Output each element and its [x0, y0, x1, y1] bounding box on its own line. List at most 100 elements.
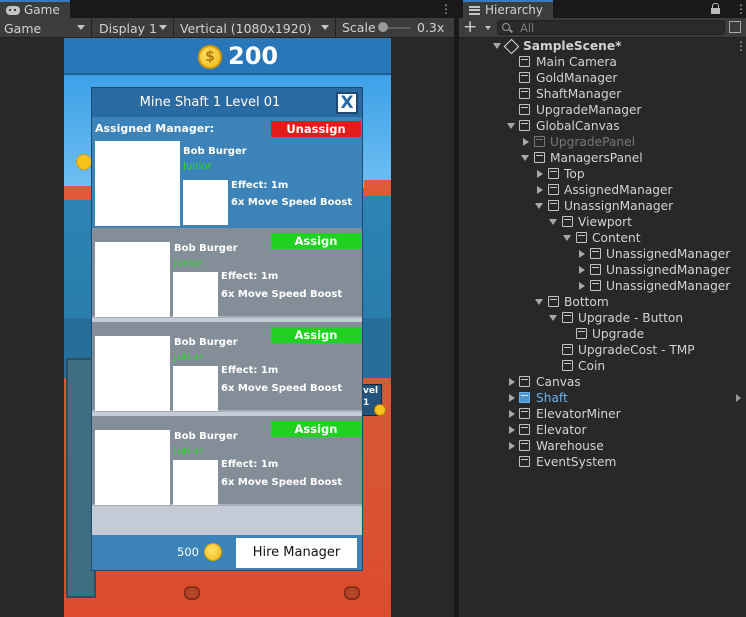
tree-row-label: Upgrade - Button	[578, 311, 684, 325]
tree-row[interactable]: GlobalCanvas	[459, 118, 746, 134]
collapse-arrow-icon[interactable]	[523, 138, 529, 146]
tree-row[interactable]: Warehouse	[459, 438, 746, 454]
assign-button[interactable]: Assign	[271, 421, 361, 437]
gameobject-icon	[534, 152, 545, 163]
tree-row-label: UnassignedManager	[606, 247, 731, 261]
tree-row[interactable]: ManagersPanel	[459, 150, 746, 166]
tab-hierarchy[interactable]: Hierarchy	[463, 0, 553, 18]
tree-row[interactable]: AssignedManager	[459, 182, 746, 198]
rock-icon	[344, 586, 360, 600]
gameobject-icon	[519, 408, 530, 419]
lock-icon[interactable]	[711, 3, 720, 14]
collapse-arrow-icon[interactable]	[579, 266, 585, 274]
collapse-arrow-icon[interactable]	[537, 170, 543, 178]
resolution-dropdown[interactable]: Vertical (1080x1920)	[174, 18, 336, 38]
tree-row[interactable]: Top	[459, 166, 746, 182]
tree-row[interactable]: UpgradeCost - TMP	[459, 342, 746, 358]
tree-row[interactable]: Canvas	[459, 374, 746, 390]
assigned-manager: Assigned Manager: Unassign Bob Burger Ju…	[92, 117, 362, 228]
manager-boost: 6x Move Speed Boost	[221, 383, 343, 394]
hierarchy-search-input[interactable]: All	[497, 20, 725, 35]
display-dropdown[interactable]: Display 1	[92, 18, 174, 38]
unassigned-managers-list[interactable]: Assign Bob Burger Junior Effect: 1m 6x M…	[92, 228, 362, 535]
gameobject-icon	[576, 232, 587, 243]
unassign-button[interactable]: Unassign	[271, 121, 361, 137]
tree-row[interactable]: Upgrade	[459, 326, 746, 342]
expand-arrow-icon[interactable]	[549, 315, 557, 321]
gamepad-icon	[6, 5, 20, 15]
game-mode-dropdown[interactable]: Game	[0, 18, 92, 38]
collapse-arrow-icon[interactable]	[509, 426, 515, 434]
assign-button[interactable]: Assign	[271, 327, 361, 343]
rock-icon	[184, 586, 200, 600]
tree-row[interactable]: UpgradeManager	[459, 102, 746, 118]
collapse-arrow-icon[interactable]	[509, 442, 515, 450]
tree-row[interactable]: GoldManager	[459, 70, 746, 86]
tree-row[interactable]: ShaftManager	[459, 86, 746, 102]
tree-row[interactable]: Elevator	[459, 422, 746, 438]
tree-row[interactable]: UnassignManager	[459, 198, 746, 214]
collapse-arrow-icon[interactable]	[509, 410, 515, 418]
scale-slider-thumb[interactable]	[378, 22, 388, 32]
tree-row[interactable]: UnassignedManager	[459, 262, 746, 278]
tree-row[interactable]: Bottom	[459, 294, 746, 310]
tree-row[interactable]: EventSystem	[459, 454, 746, 470]
tab-game[interactable]: Game	[0, 0, 70, 18]
manager-rank: Junior	[174, 352, 203, 363]
collapse-arrow-icon[interactable]	[579, 250, 585, 258]
tree-row[interactable]: Upgrade - Button	[459, 310, 746, 326]
tree-row[interactable]: UnassignedManager	[459, 246, 746, 262]
search-filter-icon[interactable]	[729, 21, 741, 33]
tree-row[interactable]: UpgradePanel	[459, 134, 746, 150]
tree-row[interactable]: ElevatorMiner	[459, 406, 746, 422]
collapse-arrow-icon[interactable]	[509, 394, 515, 402]
expand-arrow-icon[interactable]	[507, 123, 515, 129]
collapse-arrow-icon[interactable]	[537, 186, 543, 194]
scene-menu-icon[interactable]: ⋮	[735, 38, 746, 54]
chevron-down-icon	[159, 25, 167, 30]
tree-row[interactable]: Viewport	[459, 214, 746, 230]
chevron-down-icon	[77, 25, 85, 30]
create-button[interactable]: +	[463, 18, 491, 38]
tree-row[interactable]: Content	[459, 230, 746, 246]
tree-row-scene[interactable]: SampleScene* ⋮	[459, 38, 746, 54]
expand-arrow-icon[interactable]	[535, 299, 543, 305]
manager-boost-icon	[173, 366, 218, 411]
manager-boost: 6x Move Speed Boost	[221, 289, 343, 300]
game-panel-menu-icon[interactable]: ⋮	[440, 2, 452, 16]
collapse-arrow-icon[interactable]	[579, 282, 585, 290]
expand-arrow-icon[interactable]	[549, 219, 557, 225]
expand-arrow-icon[interactable]	[563, 235, 571, 241]
close-button[interactable]: X	[336, 92, 358, 114]
assign-button[interactable]: Assign	[271, 233, 361, 249]
manager-rank: Junior	[174, 446, 203, 457]
hierarchy-menu-icon[interactable]: ⋮	[735, 2, 746, 16]
manager-effect: Effect: 1m	[231, 180, 289, 191]
collapse-arrow-icon[interactable]	[509, 378, 515, 386]
tree-row[interactable]: Main Camera	[459, 54, 746, 70]
tree-row-label: Coin	[578, 359, 606, 373]
unity-scene-icon	[505, 40, 517, 52]
game-view[interactable]: vel 1 $ 200 Mine Shaft 1 Level 01 X Assi…	[64, 38, 391, 617]
left-roof-beam	[64, 186, 92, 200]
chevron-down-icon	[321, 25, 329, 30]
tree-row-label: Shaft	[536, 391, 568, 405]
managers-panel: Mine Shaft 1 Level 01 X Assigned Manager…	[91, 87, 363, 571]
tree-row-label: EventSystem	[536, 455, 617, 469]
expand-arrow-icon[interactable]	[535, 203, 543, 209]
hire-manager-button[interactable]: Hire Manager	[236, 538, 357, 568]
tree-row[interactable]: Coin	[459, 358, 746, 374]
open-prefab-arrow-icon[interactable]	[736, 394, 741, 402]
tree-row[interactable]: Shaft	[459, 390, 746, 406]
tree-row[interactable]: UnassignedManager	[459, 278, 746, 294]
gameobject-icon	[519, 88, 530, 99]
search-icon	[502, 23, 510, 31]
resolution-value: Vertical (1080x1920)	[180, 20, 312, 36]
manager-rank: Junior	[174, 258, 203, 269]
expand-arrow-icon[interactable]	[521, 155, 529, 161]
manager-name: Bob Burger	[174, 243, 238, 254]
prefab-icon	[519, 392, 530, 403]
tree-row-label: UpgradeCost - TMP	[578, 343, 695, 357]
expand-arrow-icon[interactable]	[493, 43, 501, 49]
game-mode-value: Game	[4, 20, 42, 36]
